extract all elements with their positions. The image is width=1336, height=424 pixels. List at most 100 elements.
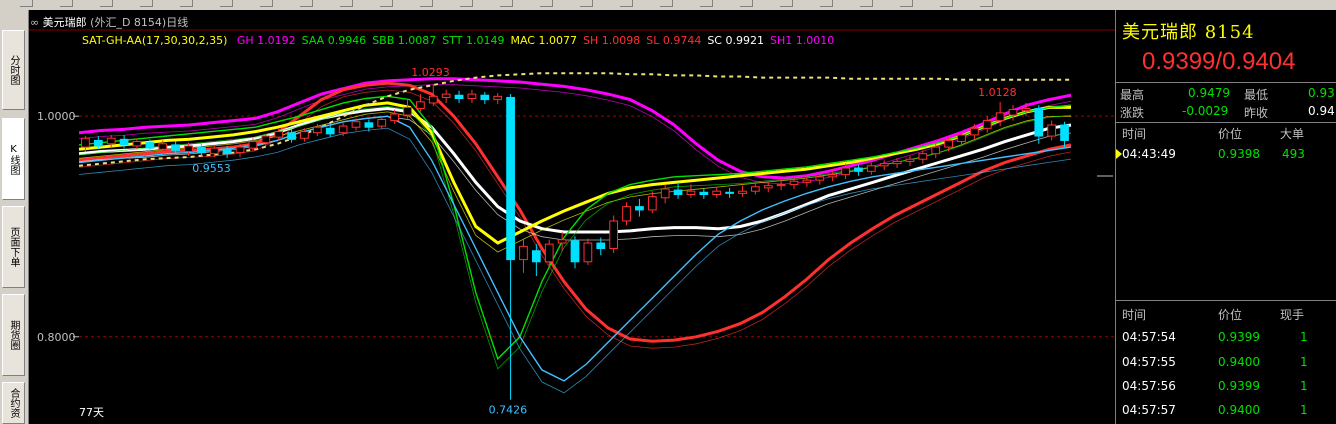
candle-body: [879, 163, 889, 167]
candle-body: [467, 93, 477, 100]
candle-body: [261, 135, 271, 144]
price-annotation: 0.7426: [489, 404, 528, 417]
candle-body: [776, 184, 786, 187]
toolbar-button[interactable]: [780, 0, 793, 7]
candle-body: [1034, 107, 1044, 137]
candle-body: [325, 127, 335, 135]
tick-price: 0.9400: [1218, 355, 1260, 369]
tick-time: 04:57:57: [1122, 403, 1176, 417]
toolbar-button[interactable]: [220, 0, 233, 7]
candle-body: [557, 239, 567, 244]
candle-body: [377, 118, 387, 127]
toolbar-button[interactable]: [540, 0, 553, 7]
toolbar-button[interactable]: [300, 0, 313, 7]
toolbar-button[interactable]: [340, 0, 353, 7]
toolbar-button[interactable]: [380, 0, 393, 7]
indicator-item-sh: SH 1.0098: [582, 34, 641, 47]
candle-body: [235, 146, 245, 154]
tick-vol: 1: [1300, 355, 1308, 369]
indicator-item-sh1: SH1 1.0010: [769, 34, 835, 47]
candle-body: [93, 139, 103, 147]
candle-body: [300, 131, 309, 139]
toolbar-button[interactable]: [580, 0, 593, 7]
tick-vol: 1: [1300, 403, 1308, 417]
price-annotation: 1.0293: [411, 66, 450, 79]
stat-value-change: -0.0029: [1182, 104, 1229, 118]
candle-body: [1047, 124, 1057, 137]
stat-label-prevclose: 昨收: [1244, 106, 1269, 120]
toolbar-button[interactable]: [20, 0, 33, 7]
toolbar-button[interactable]: [740, 0, 753, 7]
candle-body: [428, 95, 438, 104]
candle-body: [248, 141, 258, 149]
candle-body: [622, 206, 631, 222]
bigorder-col-price: 价位: [1218, 127, 1243, 141]
candle-body: [802, 179, 812, 183]
toolbar-button[interactable]: [860, 0, 873, 7]
toolbar-button[interactable]: [100, 0, 113, 7]
candle-body: [287, 132, 296, 140]
toolbar-button[interactable]: [420, 0, 433, 7]
indicator-item-saa: SAA 0.9946: [301, 34, 367, 47]
candle-body: [738, 190, 747, 194]
toolbar-button[interactable]: [820, 0, 833, 7]
candle-body: [390, 113, 400, 122]
toolbar-button[interactable]: [660, 0, 673, 7]
indicator-values-row: SAT-GH-AA(17,30,30,2,35) GH 1.0192 SAA 0.…: [82, 34, 846, 47]
tick-price: 0.9400: [1218, 403, 1260, 417]
indicator-item-gh: GH 1.0192: [236, 34, 296, 47]
candle-body: [699, 191, 709, 195]
indicator-series-line: [78, 89, 1072, 349]
bid-ask-quote: 0.9399/0.9404: [1142, 48, 1296, 75]
candle-body: [403, 106, 412, 116]
tick-vol: 1: [1300, 379, 1308, 393]
candle-body: [673, 189, 683, 195]
candle-body: [81, 137, 90, 148]
toolbar-button[interactable]: [60, 0, 73, 7]
toolbar-button[interactable]: [900, 0, 913, 7]
toolbar-button[interactable]: [620, 0, 633, 7]
kline-chart[interactable]: 1.0000 0.8000 1.0293 0.9553 0.7426 1.0128 77天: [29, 10, 1115, 424]
candle-body: [145, 142, 155, 149]
candle-body: [725, 191, 734, 194]
candle-body: [854, 167, 863, 172]
toolbar-button[interactable]: [260, 0, 273, 7]
sidebar-tab-futures[interactable]: 期货圈: [2, 294, 25, 376]
candle-body: [763, 185, 773, 189]
quote-panel-title: 美元瑞郎 8154: [1122, 22, 1255, 43]
candle-body: [338, 125, 348, 134]
candle-body: [647, 196, 657, 211]
indicator-item-stt: STT 1.0149: [442, 34, 505, 47]
bigorder-col-time: 时间: [1122, 127, 1147, 141]
toolbar-button[interactable]: [180, 0, 193, 7]
price-annotation: 0.9553: [192, 162, 231, 175]
sidebar-tab-timeshare[interactable]: 分时图: [2, 30, 25, 110]
candle-body: [841, 167, 850, 176]
candle-body: [995, 112, 1005, 122]
sidebar-tab-order[interactable]: 页面下单: [2, 206, 25, 288]
candle-body: [171, 144, 180, 151]
candle-body: [828, 174, 838, 178]
toolbar-button[interactable]: [940, 0, 953, 7]
sidebar-tab-kline[interactable]: K线图: [2, 118, 25, 200]
sidebar-tab-contract[interactable]: 合约资: [2, 382, 25, 424]
toolbar-button[interactable]: [460, 0, 473, 7]
stat-label-high: 最高: [1120, 88, 1145, 102]
y-axis-tick-label: 0.8000: [37, 331, 76, 344]
candle-body: [274, 131, 284, 138]
toolbar-button[interactable]: [700, 0, 713, 7]
top-toolbar-strip: [0, 0, 1336, 10]
candle-body: [132, 141, 142, 147]
candle-body: [106, 137, 116, 145]
divider: [1116, 300, 1336, 301]
indicator-item-mac: MAC 1.0077: [510, 34, 577, 47]
price-annotation: 1.0128: [978, 86, 1017, 99]
toolbar-button[interactable]: [500, 0, 513, 7]
candle-body: [209, 147, 219, 155]
candle-body: [1008, 109, 1018, 116]
toolbar-button[interactable]: [980, 0, 993, 7]
y-axis-tick-label: 1.0000: [37, 110, 76, 123]
toolbar-button[interactable]: [140, 0, 153, 7]
tick-vol: 1: [1300, 330, 1308, 344]
kline-chart-svg[interactable]: 1.0000 0.8000 1.0293 0.9553 0.7426 1.0128 77天: [29, 10, 1115, 424]
